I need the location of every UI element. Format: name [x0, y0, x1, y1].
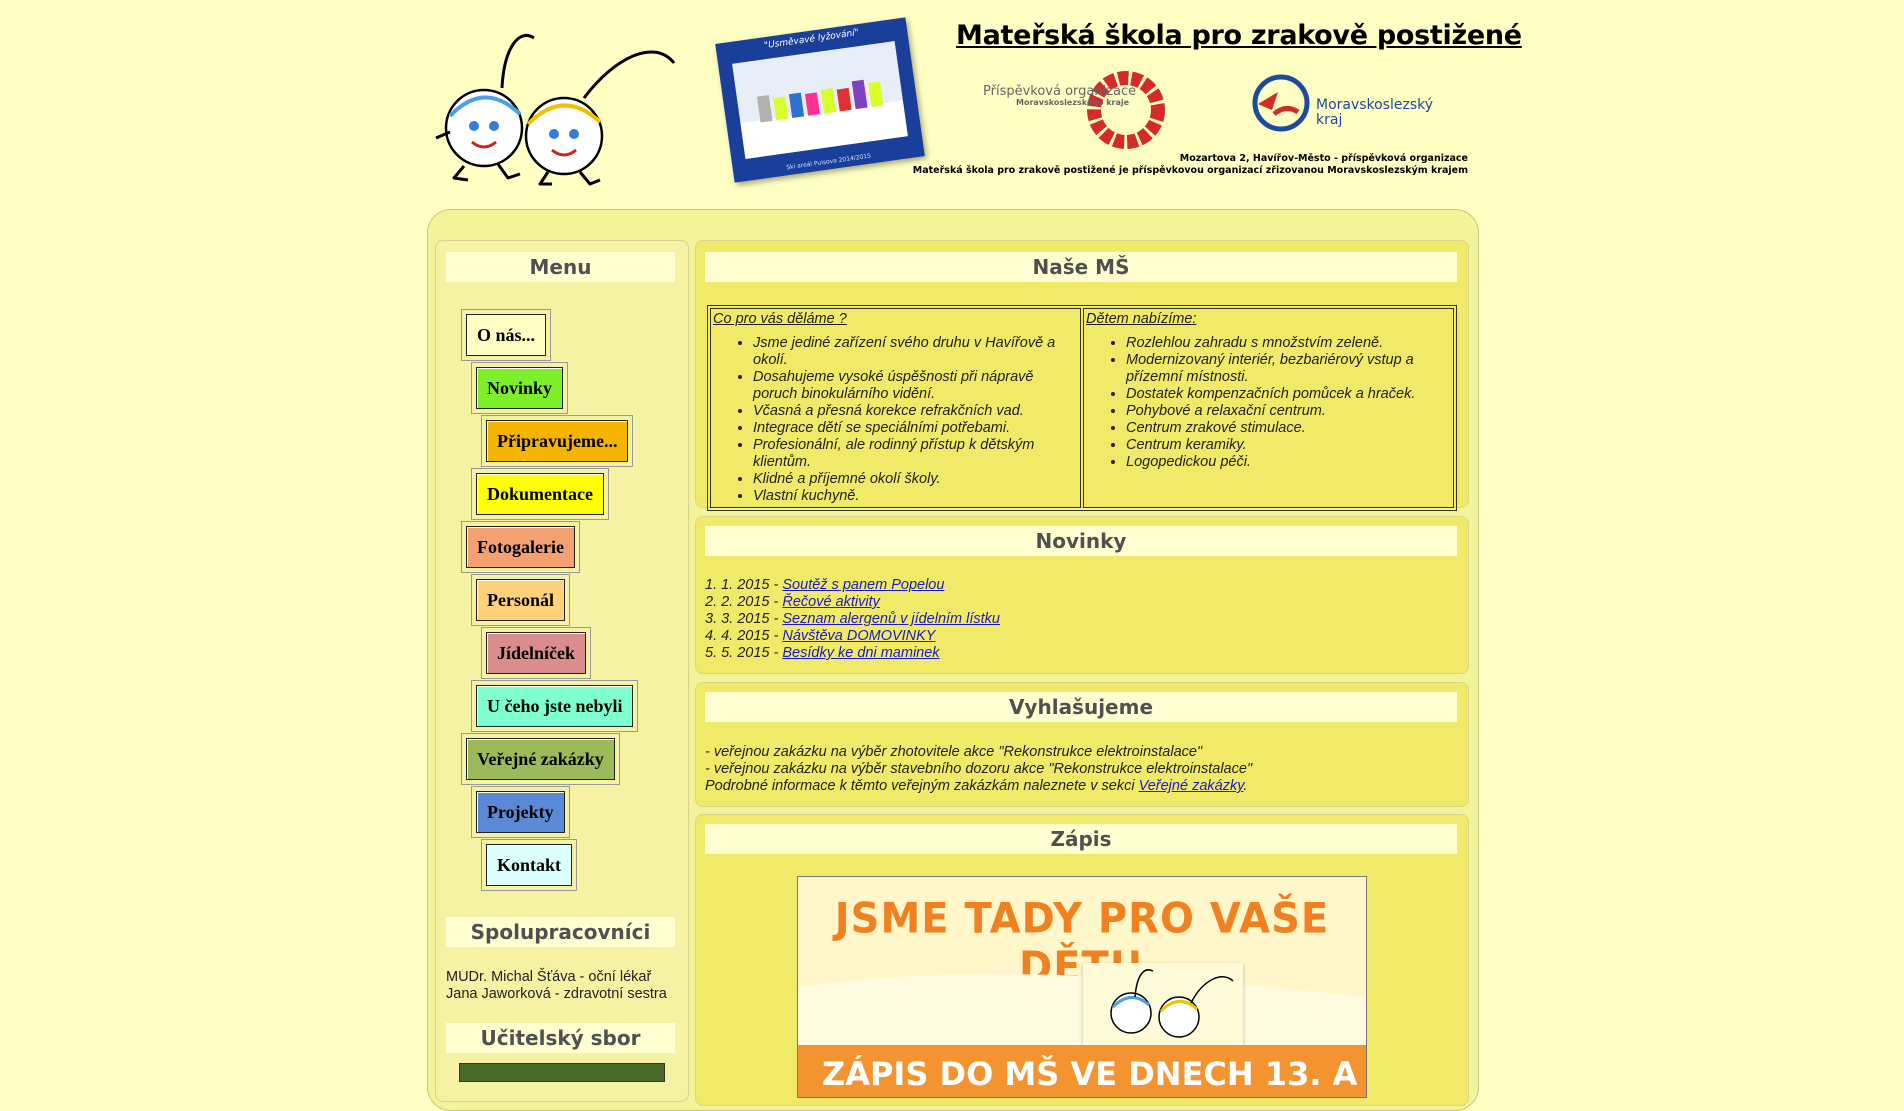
about-list-item: Včasná a přesná korekce refrakčních vad. — [753, 403, 1078, 420]
news-link[interactable]: Řečové aktivity — [782, 594, 880, 610]
public-contracts-link[interactable]: Veřejné zakázky — [1139, 778, 1244, 794]
menu-item[interactable]: Připravujeme... — [480, 415, 634, 467]
about-list-item: Dosahujeme vysoké úspěšnosti při nápravě… — [753, 369, 1078, 403]
about-list-item: Logopedickou péči. — [1126, 454, 1451, 471]
group-photo-image — [732, 41, 908, 159]
teachers-photo — [459, 1063, 665, 1082]
about-title: Naše MŠ — [705, 252, 1457, 282]
enrollment-banner: JSME TADY PRO VAŠE DĚTI! ZÁPIS DO MŠ VE … — [797, 876, 1367, 1098]
org-logo-line2: Moravskoslezského kraje — [1016, 98, 1130, 107]
about-right-list: Rozlehlou zahradu s množstvím zeleně.Mod… — [1086, 335, 1451, 471]
header-photo: "Usměvavé lyžování" Ski areál Pulsova 20… — [715, 17, 925, 183]
site-title: Mateřská škola pro zrakově postižené — [956, 20, 1522, 51]
announce-line: - veřejnou zakázku na výběr zhotovitele … — [705, 744, 1203, 760]
news-item: 5. 5. 2015 - Besídky ke dni maminek — [705, 645, 1000, 662]
about-left-cell: Co pro vás děláme ? Jsme jediné zařízení… — [710, 308, 1081, 508]
about-list-item: Dostatek kompenzačních pomůcek a hraček. — [1126, 386, 1451, 403]
news-date: 1. 1. 2015 - — [705, 577, 783, 593]
org-logo-line1: Příspěvková organizace — [983, 84, 1137, 99]
news-date: 4. 4. 2015 - — [705, 628, 783, 644]
about-right-cell: Dětem nabízíme: Rozlehlou zahradu s množ… — [1083, 308, 1454, 508]
about-list-item: Centrum keramiky. — [1126, 437, 1451, 454]
org-logo — [1087, 71, 1165, 149]
address-line: Mozartova 2, Havířov-Město - příspěvková… — [1179, 153, 1468, 164]
news-link[interactable]: Soutěž s panem Popelou — [782, 577, 944, 593]
news-item: 2. 2. 2015 - Řečové aktivity — [705, 594, 1000, 611]
enrollment-banner-dates: ZÁPIS DO MŠ VE DNECH 13. A 14. 5. — [822, 1055, 1366, 1093]
news-date: 2. 2. 2015 - — [705, 594, 783, 610]
about-table: Co pro vás děláme ? Jsme jediné zařízení… — [707, 305, 1457, 511]
enroll-title: Zápis — [705, 824, 1457, 854]
announce-line: - veřejnou zakázku na výběr stavebního d… — [705, 761, 1253, 777]
news-link[interactable]: Seznam alergenů v jídelním lístku — [782, 611, 1000, 627]
announce-line: Podrobné informace k těmto veřejným zaká… — [705, 778, 1248, 794]
about-list-item: Pohybové a relaxační centrum. — [1126, 403, 1451, 420]
menu-title: Menu — [446, 252, 675, 282]
announce-text: - veřejnou zakázku na výběr zhotovitele … — [705, 744, 1252, 795]
news-date: 5. 5. 2015 - — [705, 645, 783, 661]
news-item: 4. 4. 2015 - Návštěva DOMOVINKY — [705, 628, 1000, 645]
menu-item[interactable]: Novinky — [470, 362, 569, 414]
about-list-item: Modernizovaný interiér, bezbariérový vst… — [1126, 352, 1451, 386]
news-item: 3. 3. 2015 - Seznam alergenů v jídelním … — [705, 611, 1000, 628]
founder-note: Mateřská škola pro zrakově postižené je … — [912, 165, 1468, 176]
region-logo-text: Moravskoslezský kraj — [1316, 97, 1434, 128]
banner-kids-image — [1083, 963, 1243, 1053]
menu-item[interactable]: Dokumentace — [471, 468, 609, 520]
news-title: Novinky — [705, 526, 1457, 556]
news-date: 3. 3. 2015 - — [705, 611, 783, 627]
partners-title: Spolupracovníci — [446, 917, 675, 947]
about-list-item: Profesionální, ale rodinný přístup k dět… — [753, 437, 1078, 471]
about-left-heading: Co pro vás děláme ? — [713, 311, 847, 327]
menu-item[interactable]: Fotogalerie — [461, 521, 580, 573]
about-list-item: Klidné a příjemné okolí školy. — [753, 471, 1078, 488]
about-right-heading: Dětem nabízíme: — [1086, 311, 1197, 327]
menu-item[interactable]: U čeho jste nebyli — [470, 680, 639, 732]
about-left-list: Jsme jediné zařízení svého druhu v Havíř… — [713, 335, 1078, 505]
about-list-item: Jsme jediné zařízení svého druhu v Havíř… — [753, 335, 1078, 369]
news-link[interactable]: Návštěva DOMOVINKY — [782, 628, 935, 644]
about-list-item: Centrum zrakové stimulace. — [1126, 420, 1451, 437]
region-logo — [1252, 74, 1310, 132]
menu-item[interactable]: Projekty — [471, 786, 570, 838]
menu-item[interactable]: Veřejné zakázky — [461, 733, 620, 785]
news-list: 1. 1. 2015 - Soutěž s panem Popelou 2. 2.… — [705, 577, 1000, 662]
news-link[interactable]: Besídky ke dni maminek — [782, 645, 939, 661]
partner-item: Jana Jaworková - zdravotní sestra — [446, 986, 667, 1002]
about-list-item: Integrace dětí se speciálními potřebami. — [753, 420, 1078, 437]
kids-logo — [435, 34, 676, 186]
news-item: 1. 1. 2015 - Soutěž s panem Popelou — [705, 577, 1000, 594]
menu-item[interactable]: Personál — [471, 574, 570, 626]
announce-title: Vyhlašujeme — [705, 692, 1457, 722]
menu-item[interactable]: Jídelníček — [480, 627, 592, 679]
banner-wave — [798, 974, 1366, 1057]
about-list-item: Vlastní kuchyně. — [753, 488, 1078, 505]
menu-item[interactable]: Kontakt — [480, 839, 578, 891]
menu-item[interactable]: O nás... — [460, 309, 552, 361]
partner-item: MUDr. Michal Šťáva - oční lékař — [446, 969, 652, 985]
about-list-item: Rozlehlou zahradu s množstvím zeleně. — [1126, 335, 1451, 352]
teachers-title: Učitelský sbor — [446, 1023, 675, 1053]
